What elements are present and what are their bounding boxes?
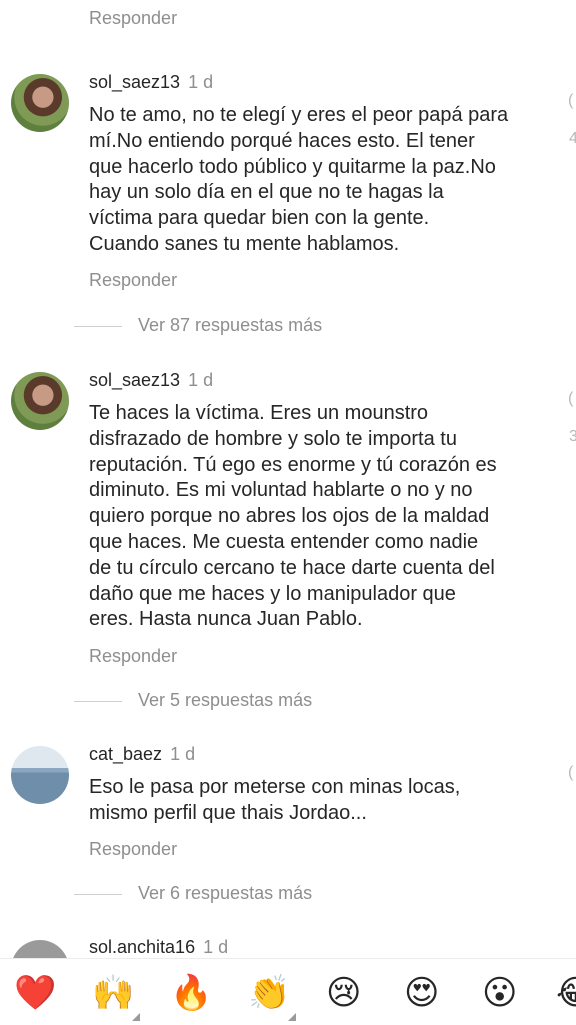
comment-text: No te amo, no te elegí y eres el peor pa… bbox=[89, 103, 549, 258]
username[interactable]: sol_saez13 bbox=[89, 370, 180, 390]
avatar[interactable] bbox=[11, 74, 69, 132]
view-replies-button[interactable]: Ver 87 respuestas más bbox=[74, 315, 322, 336]
comment-line: disfrazado de hombre y solo te importa t… bbox=[89, 427, 457, 450]
timestamp: 1 d bbox=[188, 72, 214, 92]
reply-button[interactable]: Responder bbox=[89, 646, 177, 667]
comment-header: cat_baez 1 d bbox=[89, 744, 195, 765]
comment-line: diminuto. Es mi voluntad hablarte o no y… bbox=[89, 479, 473, 502]
reply-button[interactable]: Responder bbox=[89, 839, 177, 860]
raised-hands-emoji-icon[interactable]: 🙌 bbox=[92, 973, 134, 1013]
clapping-hands-emoji-icon[interactable]: 👏 bbox=[248, 973, 290, 1013]
comment-line: Eso le pasa por meterse con minas locas, bbox=[89, 776, 461, 798]
comment-line: que hacerlo todo público y quitarme la p… bbox=[89, 155, 496, 178]
comment-header: sol.anchita16 1 d bbox=[89, 937, 228, 958]
comment-header: sol_saez13 1 d bbox=[89, 72, 213, 93]
view-replies-button[interactable]: Ver 5 respuestas más bbox=[74, 690, 312, 711]
divider-line bbox=[74, 325, 122, 327]
comment-line: hay un solo día en el que no te hagas la bbox=[89, 181, 444, 204]
comment-line: eres. Hasta nunca Juan Pablo. bbox=[89, 608, 363, 631]
comment-text: Te haces la víctima. Eres un mounstro di… bbox=[89, 401, 559, 633]
emoji-reaction-bar: ❤️ 🙌 🔥 👏 😢 😍 😮 😂 bbox=[0, 958, 576, 1025]
heart-emoji-icon[interactable]: ❤️ bbox=[14, 973, 56, 1013]
like-icon[interactable]: ( bbox=[568, 764, 573, 782]
like-icon[interactable]: ( bbox=[568, 390, 573, 408]
divider-line bbox=[74, 700, 122, 702]
comment-line: reputación. Tú ego es enorme y tú corazó… bbox=[89, 453, 497, 476]
username[interactable]: sol.anchita16 bbox=[89, 937, 195, 957]
fire-emoji-icon[interactable]: 🔥 bbox=[170, 973, 212, 1013]
comment-line: que haces. Me cuesta entender como nadie bbox=[89, 530, 479, 553]
comment-line: víctima para quedar bien con la gente. bbox=[89, 207, 430, 230]
skin-tone-indicator-icon bbox=[288, 1013, 296, 1021]
divider-line bbox=[74, 893, 122, 895]
comment-line: No te amo, no te elegí y eres el peor pa… bbox=[89, 104, 509, 126]
view-replies-label: Ver 5 respuestas más bbox=[138, 690, 313, 710]
like-count: 4 bbox=[569, 130, 576, 147]
heart-eyes-emoji-icon[interactable]: 😍 bbox=[404, 973, 439, 1013]
comment-line: Cuando sanes tu mente hablamos. bbox=[89, 232, 400, 255]
comment-line: mismo perfil que thais Jordao... bbox=[89, 801, 367, 824]
view-replies-label: Ver 6 respuestas más bbox=[138, 883, 313, 903]
comment-line: mí.No entiendo porqué haces esto. El ten… bbox=[89, 129, 475, 152]
reply-button[interactable]: Responder bbox=[89, 8, 177, 29]
laughing-face-emoji-icon[interactable]: 😂 bbox=[556, 973, 576, 1013]
reply-button[interactable]: Responder bbox=[89, 270, 177, 291]
avatar[interactable] bbox=[11, 372, 69, 430]
timestamp: 1 d bbox=[203, 937, 229, 957]
view-replies-button[interactable]: Ver 6 respuestas más bbox=[74, 883, 312, 904]
comment-line: Te haces la víctima. Eres un mounstro bbox=[89, 402, 429, 424]
comment-line: de tu círculo cercano te hace darte cuen… bbox=[89, 556, 495, 579]
comment-line: daño que me haces y lo manipulador que bbox=[89, 582, 456, 605]
skin-tone-indicator-icon bbox=[132, 1013, 140, 1021]
username[interactable]: sol_saez13 bbox=[89, 72, 180, 92]
timestamp: 1 d bbox=[188, 370, 214, 390]
timestamp: 1 d bbox=[170, 744, 196, 764]
view-replies-label: Ver 87 respuestas más bbox=[138, 315, 323, 335]
comment-line: quiero porque no abres los ojos de la ma… bbox=[89, 505, 490, 528]
comment-text: Eso le pasa por meterse con minas locas,… bbox=[89, 775, 549, 827]
username[interactable]: cat_baez bbox=[89, 744, 162, 764]
crying-face-emoji-icon[interactable]: 😢 bbox=[326, 973, 361, 1013]
surprised-face-emoji-icon[interactable]: 😮 bbox=[482, 973, 517, 1013]
like-icon[interactable]: ( bbox=[568, 92, 573, 110]
like-count: 3 bbox=[569, 428, 576, 445]
comment-header: sol_saez13 1 d bbox=[89, 370, 213, 391]
avatar[interactable] bbox=[11, 746, 69, 804]
